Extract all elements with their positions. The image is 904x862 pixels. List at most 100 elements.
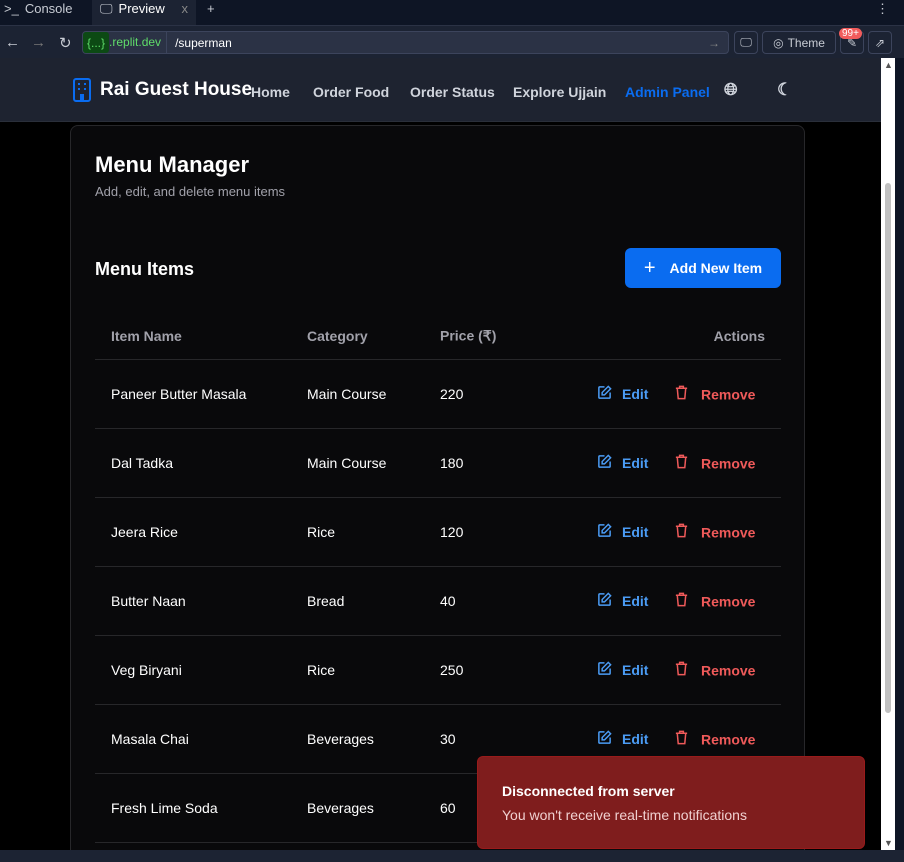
moon-icon[interactable]: ☾ [777,80,792,100]
edit-button[interactable]: Edit [597,454,648,472]
trash-icon [674,454,689,473]
nav-explore-ujjain[interactable]: Explore Ujjain [513,84,606,100]
item-category: Rice [307,524,336,540]
status-strip [0,850,904,862]
item-category: Rice [307,662,336,678]
back-icon[interactable]: ← [5,34,20,51]
edit-button[interactable]: Edit [597,385,648,403]
new-tab-button[interactable]: + [207,0,215,25]
toast-title: Disconnected from server [502,783,675,799]
add-new-item-button[interactable]: + Add New Item [625,248,781,288]
nav-home[interactable]: Home [251,84,290,100]
scrollbar[interactable]: ▲ ▼ [881,58,895,850]
edit-button[interactable]: Edit [597,730,648,748]
col-item-name: Item Name [111,327,182,344]
disconnected-toast: Disconnected from server You won't recei… [477,756,865,849]
trash-icon [674,385,689,404]
trash-icon [674,661,689,680]
open-new-window-button[interactable]: ⇗ [868,31,892,54]
page-title: Menu Manager [95,152,250,177]
reload-icon[interactable]: ↻ [59,34,72,52]
trash-icon [674,730,689,749]
go-arrow-icon[interactable]: → [708,36,728,50]
page-subtitle: Add, edit, and delete menu items [95,184,286,199]
item-category: Main Course [307,455,387,471]
scrollbar-thumb[interactable] [885,183,891,713]
table-row: Butter Naan Bread 40 Edit Remove [95,567,781,636]
item-name: Veg Biryani [111,662,182,678]
nav-order-status[interactable]: Order Status [410,84,495,100]
table-header: Item Name Category Price (₹) Actions [95,312,781,360]
close-tab-icon[interactable]: x [182,0,189,18]
item-name: Masala Chai [111,731,189,747]
monitor-icon: 🖵 [100,1,113,16]
url-input[interactable]: {...} .replit.dev /superman → [82,31,729,54]
page: Rai Guest House Home Order Food Order St… [0,58,881,850]
item-price: 180 [440,455,464,471]
devices-button[interactable]: 🖵 [734,31,758,54]
url-path: /superman [175,35,232,50]
edit-button[interactable]: Edit [597,592,648,610]
top-nav: Rai Guest House Home Order Food Order St… [0,58,881,122]
item-price: 250 [440,662,464,678]
item-price: 120 [440,524,464,540]
trash-icon [674,592,689,611]
building-icon [73,78,91,102]
item-price: 220 [440,386,464,402]
edit-icon [597,385,612,403]
item-name: Dal Tadka [111,455,174,471]
edit-button[interactable]: Edit [597,523,648,541]
remove-button[interactable]: Remove [674,385,755,404]
edit-icon [597,523,612,541]
section-title: Menu Items [95,259,195,279]
menu-manager-card: Menu Manager Add, edit, and delete menu … [70,125,805,850]
item-price: 40 [440,593,456,609]
table-row: Jeera Rice Rice 120 Edit Remove [95,498,781,567]
trash-icon [674,523,689,542]
tab-console[interactable]: >_ Console [4,0,73,25]
tab-preview[interactable]: 🖵 Preview x [92,0,196,25]
item-price: 60 [440,800,456,816]
edit-icon [597,454,612,472]
nav-order-food[interactable]: Order Food [313,84,389,100]
remove-button[interactable]: Remove [674,523,755,542]
notification-badge: 99+ [839,28,862,39]
palette-icon: ◎ [773,35,784,50]
plus-icon: + [643,256,656,279]
item-category: Beverages [307,800,374,816]
item-category: Beverages [307,731,374,747]
monitor-icon: 🖵 [740,35,752,49]
edit-icon [597,661,612,679]
col-category: Category [307,327,368,344]
domain-text: .replit.dev [109,32,168,53]
edit-icon [597,730,612,748]
url-toolbar: ← → ↻ {...} .replit.dev /superman → 🖵 ◎ T… [0,25,904,58]
remove-button[interactable]: Remove [674,454,755,473]
remove-button[interactable]: Remove [674,661,755,680]
forward-icon[interactable]: → [31,34,46,51]
item-name: Paneer Butter Masala [111,386,247,402]
theme-button[interactable]: ◎ Theme [762,31,836,54]
globe-icon[interactable]: 🌐︎ [724,80,738,100]
more-menu-icon[interactable]: ⋮ [876,0,889,25]
brand[interactable]: Rai Guest House [72,78,252,102]
item-price: 30 [440,731,456,747]
table-row: Dal Tadka Main Course 180 Edit Remove [95,429,781,498]
terminal-icon: >_ [4,1,19,16]
browser-tabs: >_ Console 🖵 Preview x + ⋮ [0,0,904,25]
remove-button[interactable]: Remove [674,730,755,749]
item-category: Bread [307,593,345,609]
external-link-icon: ⇗ [874,35,886,50]
table-row: Paneer Butter Masala Main Course 220 Edi… [95,360,781,429]
item-category: Main Course [307,386,387,402]
edit-icon [597,592,612,610]
devtools-button[interactable]: ✎ 99+ [839,28,864,54]
col-price: Price (₹) [440,327,497,343]
item-name: Jeera Rice [111,524,178,540]
item-name: Butter Naan [111,593,186,609]
edit-button[interactable]: Edit [597,661,648,679]
nav-admin-panel[interactable]: Admin Panel [625,84,710,100]
remove-button[interactable]: Remove [674,592,755,611]
domain-badge: {...} [83,32,110,53]
table-row: Veg Biryani Rice 250 Edit Remove [95,636,781,705]
